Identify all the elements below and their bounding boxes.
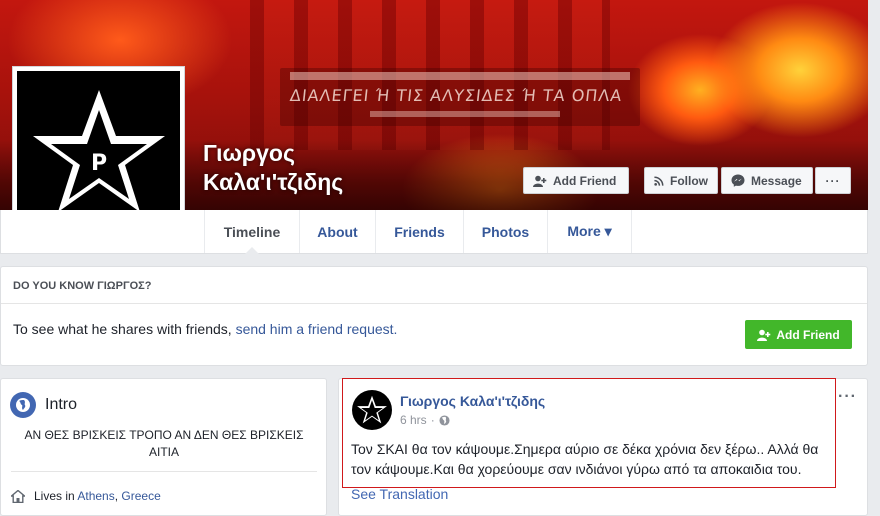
add-friend-button-green[interactable]: Add Friend <box>745 320 852 349</box>
tab-photos[interactable]: Photos <box>463 210 547 253</box>
message-button[interactable]: Message <box>721 167 813 194</box>
more-options-button[interactable]: ··· <box>815 167 851 194</box>
intro-card: Intro ΑΝ ΘΕΣ ΒΡΙΣΚΕΙΣ ΤΡΟΠΟ ΑΝ ΔΕΝ ΘΕΣ Β… <box>0 378 327 516</box>
lives-in-text: Lives in Athens, Greece <box>34 489 161 503</box>
lives-in-city-link[interactable]: Athens <box>77 489 114 503</box>
do-you-know-card: DO YOU KNOW ΓΙΩΡΓΟΣ? To see what he shar… <box>0 266 868 366</box>
profile-name[interactable]: Γιωργος Καλα'ι'τζιδης <box>203 139 343 197</box>
add-friend-green-label: Add Friend <box>776 327 840 342</box>
lives-in-prefix: Lives in <box>34 489 78 503</box>
lives-in-row: Lives in Athens, Greece <box>11 489 161 503</box>
globe-icon <box>10 392 36 418</box>
messenger-icon <box>731 174 745 187</box>
add-friend-label: Add Friend <box>553 173 617 188</box>
add-friend-button[interactable]: Add Friend <box>523 167 629 194</box>
lives-in-country-link[interactable]: Greece <box>121 489 160 503</box>
tab-about[interactable]: About <box>299 210 375 253</box>
follow-button[interactable]: Follow <box>644 167 718 194</box>
see-translation-link[interactable]: See Translation <box>351 486 448 502</box>
tab-timeline[interactable]: Timeline <box>204 210 299 254</box>
friend-request-link[interactable]: send him a friend request. <box>236 321 398 337</box>
profile-page: ΔΙΑΛΕΓΕΙ Ή ΤΙΣ ΑΛΥΣΙΔΕΣ Ή ΤΑ ΟΠΛΑ P Γιωρ… <box>0 0 880 516</box>
star-letter: P <box>90 151 106 176</box>
profile-nav: Timeline About Friends Photos More ▾ <box>0 210 868 254</box>
star-icon: P <box>32 89 165 212</box>
do-you-know-prompt: To see what he shares with friends, <box>13 321 236 337</box>
cover-banner-line <box>370 111 560 117</box>
follow-label: Follow <box>670 173 708 188</box>
do-you-know-header: DO YOU KNOW ΓΙΩΡΓΟΣ? <box>1 267 867 304</box>
intro-bio: ΑΝ ΘΕΣ ΒΡΙΣΚΕΙΣ ΤΡΟΠΟ ΑΝ ΔΕΝ ΘΕΣ ΒΡΙΣΚΕΙ… <box>24 428 304 459</box>
tab-friends[interactable]: Friends <box>375 210 463 253</box>
home-icon <box>11 489 25 503</box>
cover-banner-text: ΔΙΑΛΕΓΕΙ Ή ΤΙΣ ΑΛΥΣΙΔΕΣ Ή ΤΑ ΟΠΛΑ <box>289 86 624 105</box>
intro-divider <box>11 471 317 472</box>
rss-icon <box>654 176 664 186</box>
tab-more[interactable]: More ▾ <box>547 210 632 253</box>
add-friend-icon <box>533 175 547 187</box>
intro-header: Intro <box>10 392 77 418</box>
message-label: Message <box>751 173 802 188</box>
do-you-know-text: To see what he shares with friends, send… <box>13 321 397 337</box>
intro-title: Intro <box>45 396 78 413</box>
cover-banner-line <box>290 72 630 80</box>
post-highlight-box <box>342 378 836 488</box>
post-options-button[interactable]: ··· <box>838 388 857 406</box>
add-friend-icon <box>757 329 771 341</box>
